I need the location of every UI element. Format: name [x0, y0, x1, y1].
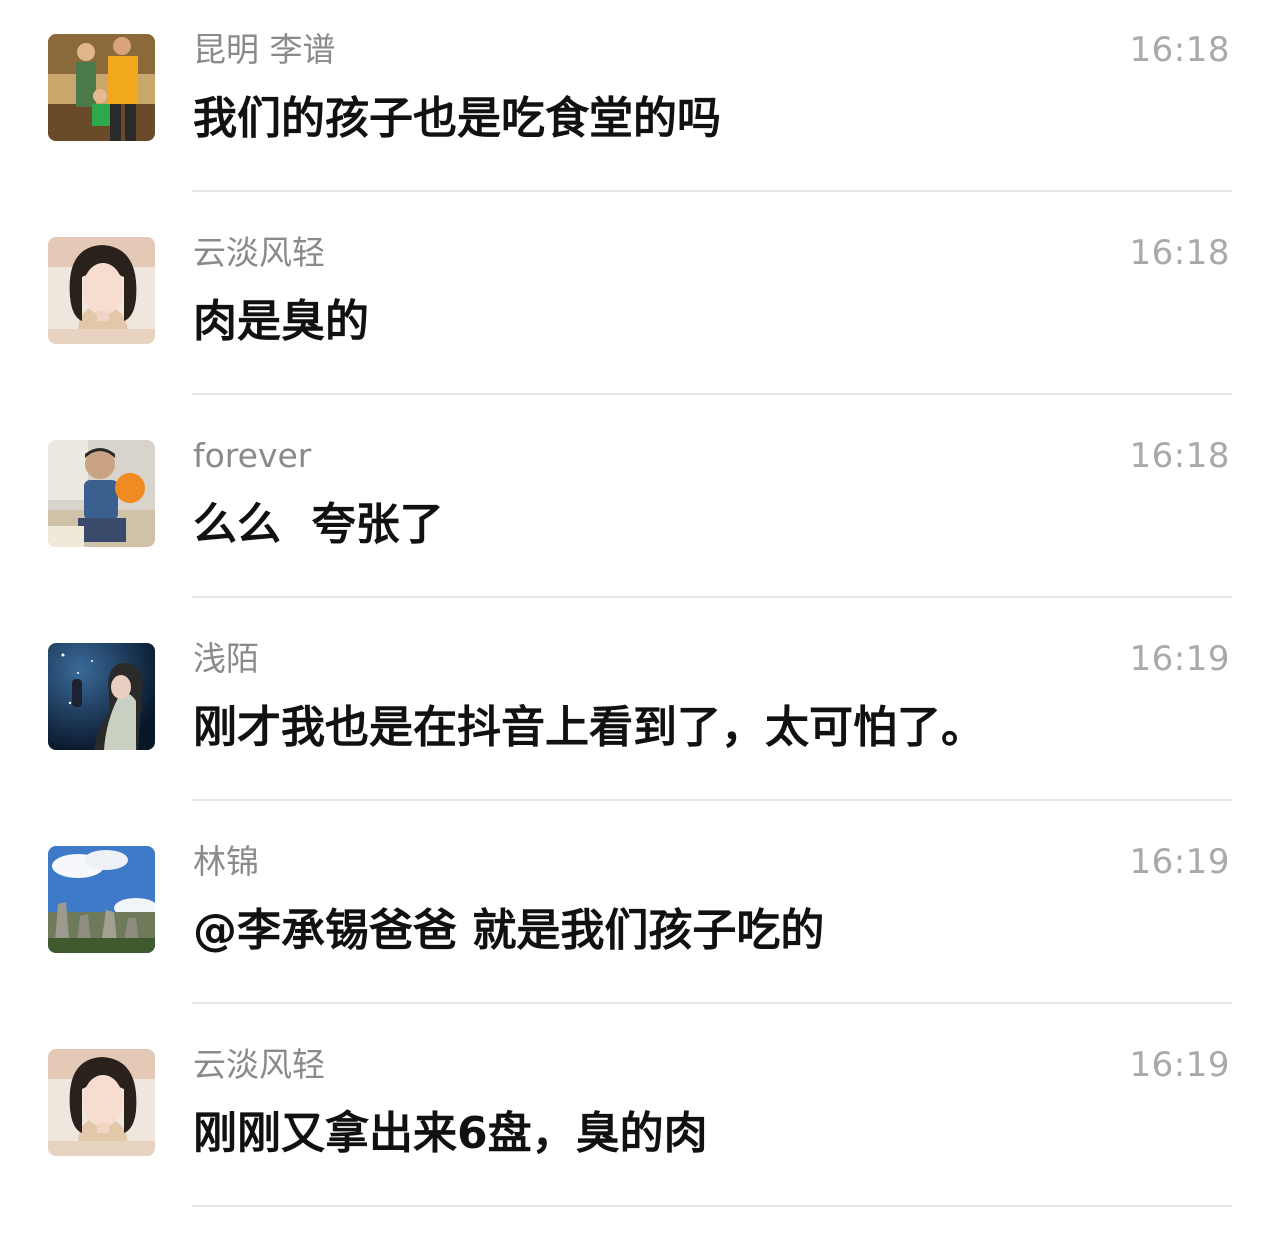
message-text: 刚刚又拿出来6盘，臭的肉	[193, 1108, 708, 1159]
message-time: 16:19	[1129, 639, 1230, 679]
avatar-woman-portrait	[48, 1049, 155, 1156]
message-row[interactable]: forever 16:18 么么 夸张了	[0, 406, 1280, 609]
message-text: @李承锡爸爸 就是我们孩子吃的	[193, 905, 825, 956]
message-text: 我们的孩子也是吃食堂的吗	[193, 93, 721, 144]
message-text: 肉是臭的	[193, 296, 369, 347]
message-time: 16:18	[1129, 30, 1230, 70]
divider	[192, 799, 1232, 801]
message-time: 16:19	[1129, 842, 1230, 882]
sender-name: 云淡风轻	[193, 233, 325, 272]
chat-message-list: 昆明 李谱 16:18 我们的孩子也是吃食堂的吗 云淡风轻 16:18 肉是臭的	[0, 0, 1280, 1238]
avatar-woman-portrait	[48, 237, 155, 344]
message-time: 16:19	[1129, 1045, 1230, 1085]
avatar[interactable]	[48, 440, 155, 547]
divider	[192, 1205, 1232, 1207]
avatar-stone-forest-landscape	[48, 846, 155, 953]
avatar[interactable]	[48, 34, 155, 141]
sender-name: 昆明 李谱	[193, 30, 336, 69]
divider	[192, 190, 1232, 192]
message-text: 么么 夸张了	[193, 499, 444, 550]
sender-name: forever	[193, 436, 312, 475]
message-row[interactable]: 云淡风轻 16:19 刚刚又拿出来6盘，臭的肉	[0, 1015, 1280, 1218]
message-row[interactable]: 云淡风轻 16:18 肉是臭的	[0, 203, 1280, 406]
divider	[192, 1002, 1232, 1004]
avatar[interactable]	[48, 643, 155, 750]
message-text: 刚才我也是在抖音上看到了，太可怕了。	[193, 702, 985, 753]
avatar[interactable]	[48, 1049, 155, 1156]
divider	[192, 596, 1232, 598]
message-row[interactable]: 林锦 16:19 @李承锡爸爸 就是我们孩子吃的	[0, 812, 1280, 1015]
divider	[192, 393, 1232, 395]
sender-name: 云淡风轻	[193, 1045, 325, 1084]
message-row[interactable]: 昆明 李谱 16:18 我们的孩子也是吃食堂的吗	[0, 0, 1280, 203]
sender-name: 浅陌	[193, 639, 259, 678]
avatar[interactable]	[48, 846, 155, 953]
message-time: 16:18	[1129, 436, 1230, 476]
avatar-child-balloon	[48, 440, 155, 547]
avatar-family-photo	[48, 34, 155, 141]
avatar-night-sky-girl	[48, 643, 155, 750]
message-row[interactable]: 浅陌 16:19 刚才我也是在抖音上看到了，太可怕了。	[0, 609, 1280, 812]
avatar[interactable]	[48, 237, 155, 344]
message-time: 16:18	[1129, 233, 1230, 273]
sender-name: 林锦	[193, 842, 259, 881]
